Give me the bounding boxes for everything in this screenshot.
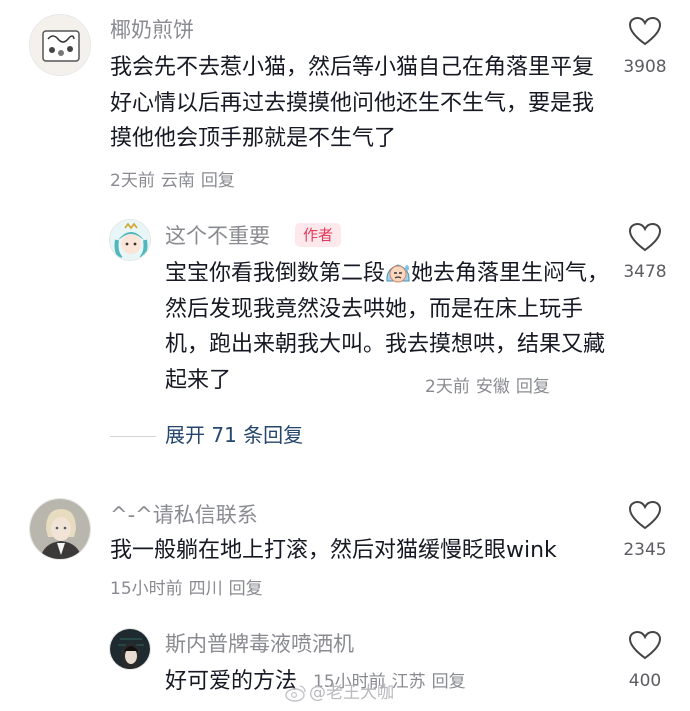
watermark-text: @老王大咖 xyxy=(309,683,394,703)
comment-text: 我会先不去惹小猫，然后等小猫自己在角落里平复好心情以后再过去摸摸他问他还生不生气… xyxy=(110,55,595,151)
avatar[interactable] xyxy=(109,219,151,261)
heart-outline-icon[interactable] xyxy=(628,222,662,252)
reply-text: 好可爱的方法 xyxy=(165,669,298,694)
reply-button[interactable]: 回复 xyxy=(229,579,263,599)
like-count: 400 xyxy=(628,671,662,691)
comment-location: 四川 xyxy=(188,579,223,599)
heart-outline-icon[interactable] xyxy=(628,500,662,530)
comment-text: 我一般躺在地上打滚，然后对猫缓慢眨眼wink xyxy=(110,538,557,563)
reply-meta: 2天前 安徽 回复 xyxy=(425,379,556,396)
reply-location: 安徽 xyxy=(475,377,510,397)
expand-replies-button[interactable]: 展开 71 条回复 xyxy=(165,425,303,445)
expand-divider xyxy=(110,436,156,437)
avatar[interactable] xyxy=(29,14,91,76)
heart-outline-icon[interactable] xyxy=(628,630,662,660)
comment-username[interactable]: ^-^请私信联系 xyxy=(110,505,258,526)
author-badge: 作者 xyxy=(295,223,342,247)
reply-button[interactable]: 回复 xyxy=(432,672,466,692)
like-count: 2345 xyxy=(623,540,667,560)
comment-meta: 15小时前 四川 回复 xyxy=(110,581,269,598)
heart-outline-icon[interactable] xyxy=(628,16,662,46)
like-count: 3478 xyxy=(623,262,667,282)
comment-username[interactable]: 椰奶煎饼 xyxy=(110,20,194,41)
reply-button[interactable]: 回复 xyxy=(201,171,235,191)
reply-username[interactable]: 这个不重要 xyxy=(165,226,270,247)
sweating-face-emoji xyxy=(386,264,410,283)
avatar[interactable] xyxy=(109,628,151,670)
weibo-logo-icon xyxy=(285,685,306,702)
comment-meta: 2天前 云南 回复 xyxy=(110,173,241,190)
reply-text-before-emoji: 宝宝你看我倒数第二段 xyxy=(165,261,386,286)
comment-location: 云南 xyxy=(160,171,195,191)
reply-button[interactable]: 回复 xyxy=(516,377,550,397)
reply-time: 2天前 xyxy=(425,377,470,397)
reply-location: 江苏 xyxy=(391,672,426,692)
comment-time: 15小时前 xyxy=(110,579,183,599)
reply-username[interactable]: 斯内普牌毒液喷洒机 xyxy=(165,634,354,655)
avatar[interactable] xyxy=(29,498,91,560)
comment-time: 2天前 xyxy=(110,171,155,191)
like-count: 3908 xyxy=(623,57,667,77)
